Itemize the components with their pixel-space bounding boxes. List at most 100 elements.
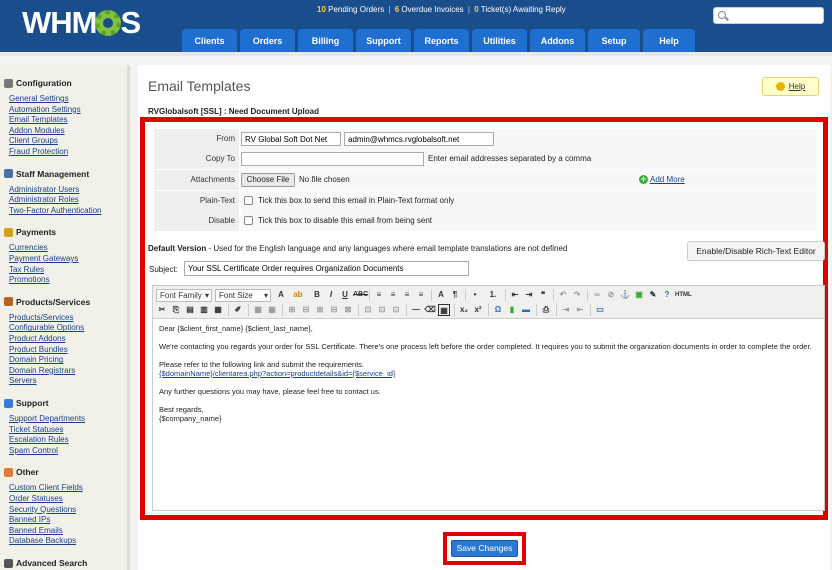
overdue-invoices-link[interactable]: Overdue Invoices [401,5,463,14]
nav-tab-help[interactable]: Help [643,29,695,52]
paste-text-icon[interactable]: ▥ [198,304,210,316]
insert-date-icon[interactable]: ▬ [520,304,532,316]
bold-icon[interactable]: B [311,289,323,301]
sidebar-item-order-statuses[interactable]: Order Statuses [9,494,63,503]
sidebar-item-banned-ips[interactable]: Banned IPs [9,515,50,524]
tickets-link[interactable]: Ticket(s) Awaiting Reply [481,5,566,14]
remove-format-icon[interactable]: ⌫ [424,304,436,316]
horizontal-rule-icon[interactable]: — [410,304,422,316]
sidebar-item-two-factor-authentication[interactable]: Two-Factor Authentication [9,206,102,215]
image-icon[interactable]: ▣ [633,289,645,301]
unlink-icon[interactable]: ⊘ [605,289,617,301]
sidebar-item-administrator-roles[interactable]: Administrator Roles [9,195,79,204]
sidebar-item-security-questions[interactable]: Security Questions [9,505,76,514]
disable-checkbox[interactable] [244,216,253,225]
from-name-input[interactable] [241,132,341,146]
nav-tab-addons[interactable]: Addons [530,29,585,52]
insert-row-icon[interactable]: ⊞ [286,304,298,316]
nav-tab-orders[interactable]: Orders [240,29,295,52]
sidebar-item-banned-emails[interactable]: Banned Emails [9,526,63,535]
strikethrough-icon[interactable]: ABC [353,289,368,301]
align-left-icon[interactable]: ≡ [373,289,385,301]
bullet-list-icon[interactable]: • [469,289,481,301]
cut-icon[interactable]: ✂ [156,304,168,316]
table-props-icon[interactable]: ▦ [266,304,278,316]
sidebar-item-products-services[interactable]: Products/Services [9,313,73,322]
sidebar-item-currencies[interactable]: Currencies [9,243,48,252]
font-family-select[interactable]: Font Family [156,289,212,302]
add-more-link[interactable]: Add More [650,175,685,184]
insert-col-icon[interactable]: ⊞ [314,304,326,316]
ltr-icon[interactable]: ⇥ [560,304,572,316]
save-changes-button[interactable]: Save Changes [451,540,518,557]
cleanup-icon[interactable]: ✎ [647,289,659,301]
indent-icon[interactable]: ⇥ [523,289,535,301]
paste-icon[interactable]: ▤ [184,304,196,316]
html-source-icon[interactable]: HTML [675,289,692,301]
align-center-icon[interactable]: ≡ [387,289,399,301]
help-button[interactable]: Help [762,77,819,96]
sidebar-item-product-bundles[interactable]: Product Bundles [9,345,68,354]
sidebar-item-administrator-users[interactable]: Administrator Users [9,185,79,194]
email-link[interactable]: {$domainName}/clientarea.php?action=prod… [159,369,395,378]
align-justify-icon[interactable]: ≡ [415,289,427,301]
fullscreen-icon[interactable]: ▭ [594,304,606,316]
sidebar-item-fraud-protection[interactable]: Fraud Protection [9,147,68,156]
superscript-icon[interactable]: x² [472,304,484,316]
nav-tab-clients[interactable]: Clients [182,29,237,52]
whmcs-logo[interactable]: WHM S [22,5,141,40]
nav-tab-support[interactable]: Support [356,29,411,52]
pending-orders-link[interactable]: Pending Orders [328,5,384,14]
font-color-icon[interactable]: A [275,289,287,301]
sidebar-item-addon-modules[interactable]: Addon Modules [9,126,65,135]
split-cells-icon[interactable]: ⊠ [342,304,354,316]
sidebar-item-client-groups[interactable]: Client Groups [9,136,58,145]
copy-icon[interactable]: ⎘ [170,304,182,316]
undo-icon[interactable]: ↶ [557,289,569,301]
media-icon[interactable]: ▮ [506,304,518,316]
sidebar-item-database-backups[interactable]: Database Backups [9,536,76,545]
sidebar-item-domain-pricing[interactable]: Domain Pricing [9,355,63,364]
align-right-icon[interactable]: ≡ [401,289,413,301]
sidebar-item-support-departments[interactable]: Support Departments [9,414,85,423]
nav-tab-reports[interactable]: Reports [414,29,469,52]
print-icon[interactable]: ⎙ [540,304,552,316]
special-char-icon[interactable]: Ω [492,304,504,316]
choose-file-button[interactable]: Choose File [241,173,295,187]
delete-col-icon[interactable]: ⊟ [328,304,340,316]
sidebar-item-spam-control[interactable]: Spam Control [9,446,58,455]
search-input[interactable] [730,9,820,22]
cell-props-icon[interactable]: ⊡ [390,304,402,316]
sidebar-item-configurable-options[interactable]: Configurable Options [9,323,84,332]
copy-to-input[interactable] [241,152,424,166]
sidebar-item-promotions[interactable]: Promotions [9,275,49,284]
rtl-icon[interactable]: ⇤ [574,304,586,316]
sidebar-item-escalation-rules[interactable]: Escalation Rules [9,435,69,444]
underline-icon[interactable]: U [339,289,351,301]
sidebar-item-email-templates[interactable]: Email Templates [9,115,68,124]
edit-icon[interactable]: ✐ [232,304,244,316]
redo-icon[interactable]: ↷ [571,289,583,301]
editor-body[interactable]: Dear {$client_first_name} {$client_last_… [159,324,819,432]
plain-text-checkbox[interactable] [244,196,253,205]
outdent-icon[interactable]: ⇤ [509,289,521,301]
rte-toggle-button[interactable]: Enable/Disable Rich-Text Editor [687,241,825,261]
anchor-icon[interactable]: ⚓ [619,289,631,301]
italic-icon[interactable]: I [325,289,337,301]
sidebar-item-domain-registrars[interactable]: Domain Registrars [9,366,75,375]
styles-icon[interactable]: A [435,289,447,301]
row-props-icon[interactable]: ⊡ [376,304,388,316]
nav-tab-billing[interactable]: Billing [298,29,353,52]
numbered-list-icon[interactable]: 1. [487,289,499,301]
delete-row-icon[interactable]: ⊟ [300,304,312,316]
sidebar-item-custom-client-fields[interactable]: Custom Client Fields [9,483,83,492]
add-icon[interactable]: + [639,175,648,184]
subject-input[interactable] [184,261,469,276]
nav-tab-utilities[interactable]: Utilities [472,29,527,52]
sidebar-item-ticket-statuses[interactable]: Ticket Statuses [9,425,63,434]
sidebar-item-servers[interactable]: Servers [9,376,37,385]
sidebar-item-product-addons[interactable]: Product Addons [9,334,65,343]
subscript-icon[interactable]: x₂ [458,304,470,316]
link-icon[interactable]: ∞ [591,289,603,301]
nav-tab-setup[interactable]: Setup [588,29,640,52]
